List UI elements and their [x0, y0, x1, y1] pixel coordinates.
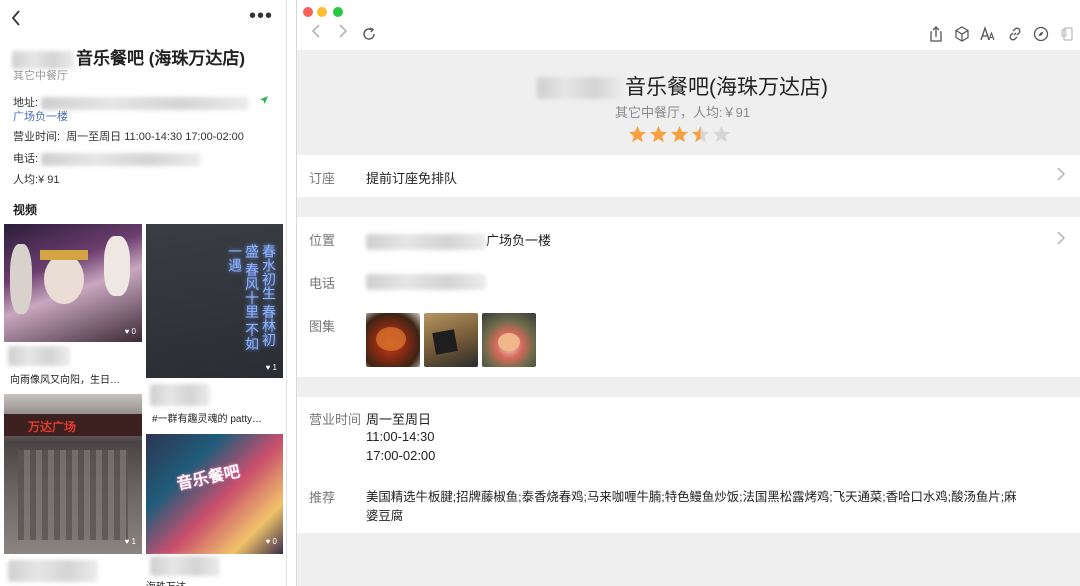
chevron-right-icon: [1057, 167, 1066, 185]
videos-heading: 视频: [13, 203, 38, 217]
video-card[interactable]: 万达广场 ♥ 1: [4, 394, 142, 558]
mobile-address-link[interactable]: 广场负一楼: [13, 108, 68, 124]
share-icon[interactable]: [928, 26, 944, 42]
location-label: 位置: [309, 233, 336, 248]
redacted-name: [12, 50, 74, 69]
forward-button[interactable]: [338, 23, 348, 44]
back-icon[interactable]: [10, 9, 22, 30]
mobile-phone-row[interactable]: 电话:: [13, 150, 202, 166]
redacted-phone: [41, 152, 202, 166]
phone-value[interactable]: [366, 273, 486, 290]
redacted-address: [366, 233, 486, 250]
window-toolbar: [297, 0, 1080, 50]
clipboard-icon[interactable]: [1059, 26, 1075, 42]
minimize-window-button[interactable]: [317, 7, 327, 17]
mobile-restaurant-title: 音乐餐吧 (海珠万达店): [12, 44, 245, 69]
gallery-photo[interactable]: [366, 313, 420, 367]
text-size-icon[interactable]: [980, 25, 996, 42]
video-thumbnail[interactable]: 春水初生 春林初盛 春风十里 不如一遇 ♥ 1: [146, 224, 283, 378]
link-icon[interactable]: [1007, 26, 1023, 42]
hours-panel: 营业时间 周一至周日 11:00-14:30 17:00-02:00 推荐 美国…: [297, 397, 1080, 533]
star-icon: [649, 125, 668, 143]
neon-sign-text: 春水初生 春林初盛 春风十里 不如一遇: [226, 244, 276, 351]
hours-line: 周一至周日: [366, 412, 432, 427]
bottom-caption: 海珠万达: [146, 578, 186, 586]
star-icon: [670, 125, 689, 143]
reload-icon[interactable]: [361, 26, 377, 42]
restaurant-subtitle: 其它中餐厅，人均:￥91: [615, 105, 751, 120]
restaurant-sign-text: 音乐餐吧: [175, 463, 242, 494]
redacted-name: [537, 77, 623, 100]
empty-star-icon: [712, 125, 731, 143]
video-thumbnail[interactable]: ♥ 0: [4, 224, 142, 342]
redacted-address: [41, 96, 250, 110]
browser-window: 音乐餐吧(海珠万达店) 其它中餐厅，人均:￥91 订座 提前订座免排队 位置 广…: [296, 0, 1080, 586]
booking-value[interactable]: 提前订座免排队: [366, 168, 457, 187]
video-card[interactable]: 春水初生 春林初盛 春风十里 不如一遇 ♥ 1 #一群有趣灵魂的 patty…: [146, 224, 283, 429]
video-thumbnail[interactable]: 万达广场 ♥ 1: [4, 394, 142, 554]
recommend-line: 美国精选牛板腱;招牌藤椒鱼;泰香烧春鸡;马来咖喱牛腩;特色鳗鱼炒饭;法国黑松露烤…: [366, 490, 1017, 504]
mobile-top-bar: •••: [0, 0, 286, 40]
star-icon: [628, 125, 647, 143]
close-window-button[interactable]: [303, 7, 313, 17]
video-caption: #一群有趣灵魂的 patty…: [152, 414, 263, 425]
booking-row[interactable]: 订座 提前订座免排队: [297, 155, 1080, 197]
redacted-phone: [366, 273, 486, 290]
video-thumbnail[interactable]: 音乐餐吧 ♥ 0: [146, 434, 283, 554]
video-caption: 向雨像风又向阳，生日…: [10, 375, 120, 386]
like-count: ♥ 0: [124, 327, 136, 336]
mobile-hours-row: 营业时间: 周一至周日 11:00-14:30 17:00-02:00: [13, 131, 244, 143]
chevron-right-icon[interactable]: [1057, 231, 1066, 249]
mobile-avg-row: 人均:¥ 91: [13, 174, 60, 186]
location-value[interactable]: 广场负一楼: [366, 230, 551, 250]
hours-line: 11:00-14:30: [366, 429, 435, 444]
restaurant-title: 音乐餐吧(海珠万达店): [537, 71, 828, 101]
building-sign-text: 万达广场: [28, 420, 77, 434]
recommend-label: 推荐: [309, 490, 336, 505]
gallery-photo[interactable]: [482, 313, 536, 367]
booking-label: 订座: [309, 171, 336, 186]
like-count: ♥ 0: [265, 537, 277, 546]
phone-label: 电话: [309, 276, 336, 291]
recommend-line: 婆豆腐: [366, 509, 404, 523]
half-star-icon: [691, 125, 710, 143]
video-card[interactable]: ♥ 0 向雨像风又向阳，生日…: [4, 224, 142, 388]
like-count: ♥ 1: [265, 363, 277, 372]
video-card[interactable]: 音乐餐吧 ♥ 0: [146, 434, 283, 554]
mobile-detail-panel: ••• 音乐餐吧 (海珠万达店) 其它中餐厅 地址: 广场负一楼 营业时间: 周…: [0, 0, 287, 586]
navigate-icon[interactable]: [259, 95, 269, 105]
cube-icon[interactable]: [954, 26, 970, 42]
zoom-window-button[interactable]: [333, 7, 343, 17]
gallery-label: 图集: [309, 319, 336, 334]
back-button[interactable]: [311, 23, 321, 44]
hours-label: 营业时间: [309, 412, 362, 427]
hours-line: 17:00-02:00: [366, 448, 436, 463]
gallery-photo[interactable]: [424, 313, 478, 367]
like-count: ♥ 1: [124, 537, 136, 546]
mobile-category: 其它中餐厅: [13, 70, 68, 82]
more-options-button[interactable]: •••: [249, 5, 273, 28]
compass-icon[interactable]: [1033, 26, 1049, 42]
